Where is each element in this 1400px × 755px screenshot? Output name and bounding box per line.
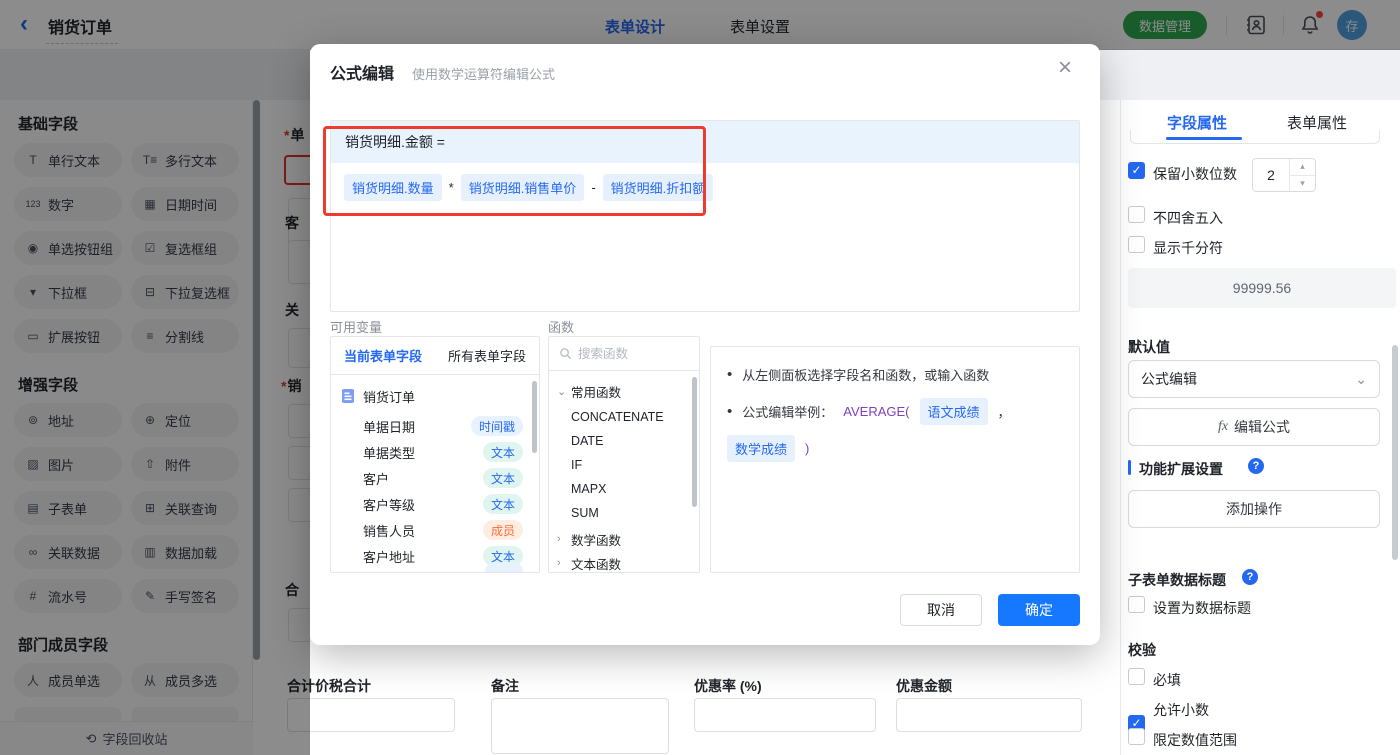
section-accent-bar — [1128, 460, 1131, 475]
bullet-icon: • — [727, 403, 733, 420]
decimal-places-value[interactable]: 2 — [1253, 159, 1289, 191]
help-panel: • 从左侧面板选择字段名和函数，或输入函数 • 公式编辑举例： AVERAGE(… — [710, 346, 1080, 573]
function-item[interactable]: SUM — [549, 501, 699, 525]
limit-range-checkbox[interactable] — [1128, 728, 1145, 745]
clipped-input-fragment — [1130, 130, 1380, 144]
stepper-down-icon[interactable]: ▾ — [1290, 174, 1315, 192]
variable-row[interactable]: 客户 文本 — [331, 465, 539, 491]
function-group-text[interactable]: › 文本函数 — [549, 551, 699, 572]
functions-scrollbar[interactable] — [692, 377, 697, 507]
default-value-select[interactable]: 公式编辑 ⌄ — [1128, 360, 1380, 398]
help-tip-1: • 从左侧面板选择字段名和函数，或输入函数 — [727, 366, 990, 383]
function-item[interactable]: IF — [549, 453, 699, 477]
variables-panel: 当前表单字段 所有表单字段 销货订单 单据日期 时间戳 单据类型 文本 客户 文本 客… — [330, 336, 540, 573]
required-label: 必填 — [1153, 672, 1181, 688]
app-screen: ‹ 销货订单 表单设计 表单设置 数据管理 存 *单 客 关 *销 合 合计价税… — [0, 0, 1400, 755]
textarea-remark[interactable] — [491, 698, 669, 754]
variables-tabs: 当前表单字段 所有表单字段 — [331, 337, 539, 375]
variable-row[interactable]: 销售人员 成员 — [331, 517, 539, 543]
formula-token-discount[interactable]: 销货明细.折扣额 — [602, 174, 714, 201]
fx-icon: fx — [1217, 419, 1229, 434]
extension-settings-heading: 功能扩展设置 — [1139, 461, 1223, 477]
variable-row[interactable]: 单据类型 文本 — [331, 439, 539, 465]
type-badge: 文本 — [482, 494, 523, 514]
help-question-icon[interactable]: ? — [1248, 458, 1264, 474]
thousand-separator-checkbox[interactable] — [1128, 236, 1145, 253]
formula-token-quantity[interactable]: 销货明细.数量 — [344, 174, 442, 201]
modal-subtitle: 使用数学运算符编辑公式 — [412, 67, 556, 82]
field-label-remark: 备注 — [491, 678, 519, 694]
variables-form-node[interactable]: 销货订单 — [331, 383, 539, 409]
example-token-2: 数学成绩 — [727, 435, 796, 462]
set-data-title-label: 设置为数据标题 — [1153, 600, 1251, 616]
function-item[interactable]: CONCATENATE — [549, 405, 699, 429]
variable-row[interactable]: 单据日期 时间戳 — [331, 413, 539, 439]
field-label-discount-rate: 优惠率 (%) — [694, 678, 762, 694]
decimal-places-stepper: 2 ▴ ▾ — [1252, 158, 1316, 192]
chevron-right-icon: › — [557, 533, 561, 545]
thousand-separator-label: 显示千分符 — [1153, 240, 1223, 256]
help-tip-2: • 公式编辑举例： AVERAGE( 语文成绩 ， 数学成绩 ) — [727, 398, 1063, 462]
formula-expression: 销货明细.数量 * 销货明细.销售单价 - 销货明细.折扣额 — [344, 174, 714, 201]
variables-panel-label: 可用变量 — [330, 320, 383, 335]
number-format-preview: 99999.56 — [1128, 268, 1396, 308]
example-function-name: AVERAGE( — [843, 404, 910, 419]
search-icon — [560, 348, 572, 360]
help-question-icon[interactable]: ? — [1242, 569, 1258, 585]
bullet-icon: • — [727, 366, 733, 383]
operator-minus: - — [591, 180, 596, 195]
input-total[interactable] — [287, 698, 455, 732]
type-badge: 文本 — [482, 468, 523, 488]
set-data-title-checkbox[interactable] — [1128, 596, 1145, 613]
function-search-input[interactable] — [578, 346, 678, 361]
edit-formula-button[interactable]: fx 编辑公式 — [1128, 408, 1380, 446]
chevron-down-icon: ⌄ — [1355, 370, 1367, 387]
functions-panel-label: 函数 — [548, 320, 575, 335]
input-discount-amount[interactable] — [896, 698, 1082, 732]
chevron-right-icon: › — [557, 557, 561, 569]
default-value-heading: 默认值 — [1128, 339, 1170, 355]
variable-row[interactable]: 客户等级 文本 — [331, 491, 539, 517]
decimal-places-label: 保留小数位数 — [1153, 166, 1237, 182]
chevron-down-icon: ⌄ — [557, 385, 567, 398]
example-close-paren: ) — [805, 441, 810, 456]
formula-token-unit-price[interactable]: 销货明细.销售单价 — [460, 174, 585, 201]
required-checkbox[interactable] — [1128, 668, 1145, 685]
type-badge: 成员 — [482, 520, 523, 540]
input-discount-rate[interactable] — [694, 698, 876, 732]
no-rounding-label: 不四舍五入 — [1153, 210, 1223, 226]
type-badge: 时间戳 — [470, 416, 523, 436]
tab-all-form-fields[interactable]: 所有表单字段 — [448, 346, 526, 365]
modal-backdrop-top — [0, 0, 1400, 50]
type-badge: 文本 — [482, 442, 523, 462]
field-label-discount-amount: 优惠金额 — [896, 678, 952, 694]
formula-target: 销货明细.金额 = — [331, 121, 1079, 163]
confirm-button[interactable]: 确定 — [998, 594, 1080, 626]
no-rounding-checkbox[interactable] — [1128, 206, 1145, 223]
close-icon[interactable]: × — [1058, 56, 1072, 80]
example-token-1: 语文成绩 — [919, 398, 988, 425]
modal-title: 公式编辑 — [330, 66, 395, 83]
tab-current-form-fields[interactable]: 当前表单字段 — [344, 346, 422, 365]
stepper-up-icon[interactable]: ▴ — [1290, 159, 1315, 175]
function-group-math[interactable]: › 数学函数 — [549, 527, 699, 551]
function-item[interactable]: MAPX — [549, 477, 699, 501]
function-search — [549, 337, 699, 371]
decimal-places-checkbox[interactable] — [1128, 162, 1145, 179]
subform-data-title-heading: 子表单数据标题 — [1128, 572, 1226, 588]
validation-heading: 校验 — [1128, 642, 1156, 658]
variables-scrollbar[interactable] — [532, 381, 537, 453]
function-group-common[interactable]: ⌄ 常用函数 — [549, 379, 699, 403]
function-item[interactable]: DATE — [549, 429, 699, 453]
clipped-badge — [485, 562, 523, 572]
modal-backdrop-left — [0, 50, 310, 755]
properties-scrollbar[interactable] — [1392, 345, 1398, 560]
allow-decimal-label: 允许小数 — [1153, 702, 1209, 718]
operator-multiply: * — [448, 180, 454, 195]
add-action-button[interactable]: 添加操作 — [1128, 490, 1380, 528]
limit-range-label: 限定数值范围 — [1153, 732, 1237, 748]
functions-panel: ⌄常用函数 CONCATENATE DATE IF MAPX SUM ›数学函数… — [548, 336, 700, 573]
cancel-button[interactable]: 取消 — [900, 594, 982, 626]
